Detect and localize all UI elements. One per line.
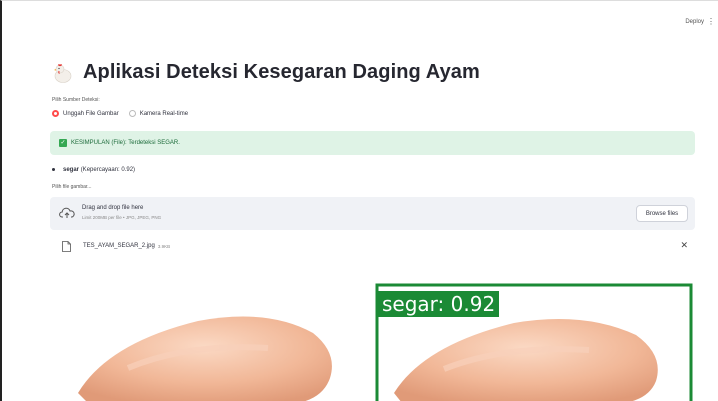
bullet-icon [52,167,55,171]
dropzone-title: Drag and drop file here [82,205,144,211]
remove-file-icon[interactable]: ✕ [680,240,688,251]
radio-upload-label[interactable]: Unggah File Gambar [63,111,119,117]
deploy-button[interactable]: Deploy [685,19,704,25]
check-mark-icon: ✓ [59,139,67,147]
detection-box-label: segar: 0.92 [378,291,500,317]
file-size: 3.9KB [157,243,171,249]
source-label: Pilih Sumber Deteksi: [52,97,100,103]
chicken-icon [54,63,72,83]
radio-camera-label[interactable]: Kamera Real-time [140,111,188,117]
detection-result-item: segar (Kepercayaan: 0.92) [52,167,135,173]
original-image [78,316,332,401]
dropzone-limit: Limit 200MB per file • JPG, JPEG, PNG [82,215,162,220]
cloud-upload-icon [59,207,75,218]
detection-confidence: (Kepercayaan: 0.92) [80,167,136,173]
page-title: Aplikasi Deteksi Kesegaran Daging Ayam [83,61,480,83]
kebab-icon[interactable]: ⋮ [707,17,715,26]
source-radio-group: Unggah File Gambar Kamera Real-time [52,110,188,117]
detection-class: segar [63,167,80,173]
top-toolbar: Deploy ⋮ [2,1,718,37]
file-dropzone[interactable]: Drag and drop file here Limit 200MB per … [50,197,695,230]
success-alert: ✓ KESIMPULAN (File): Terdeteksi SEGAR. [50,131,695,155]
uploader-label: Pilih file gambar... [52,184,92,190]
title-row: Aplikasi Deteksi Kesegaran Daging Ayam [52,61,480,84]
file-name: TES_AYAM_SEGAR_2.jpg [83,243,155,249]
uploaded-file-row: TES_AYAM_SEGAR_2.jpg 3.9KB ✕ [62,239,692,253]
browse-files-button[interactable]: Browse files [636,205,688,222]
radio-camera-realtime[interactable] [128,110,136,117]
file-icon [62,240,71,252]
conclusion-text: KESIMPULAN (File): Terdeteksi SEGAR. [71,140,180,146]
app-frame: Deploy ⋮ Aplikasi Deteksi Kesegaran Dagi… [0,0,718,401]
radio-upload-file[interactable] [52,110,59,117]
